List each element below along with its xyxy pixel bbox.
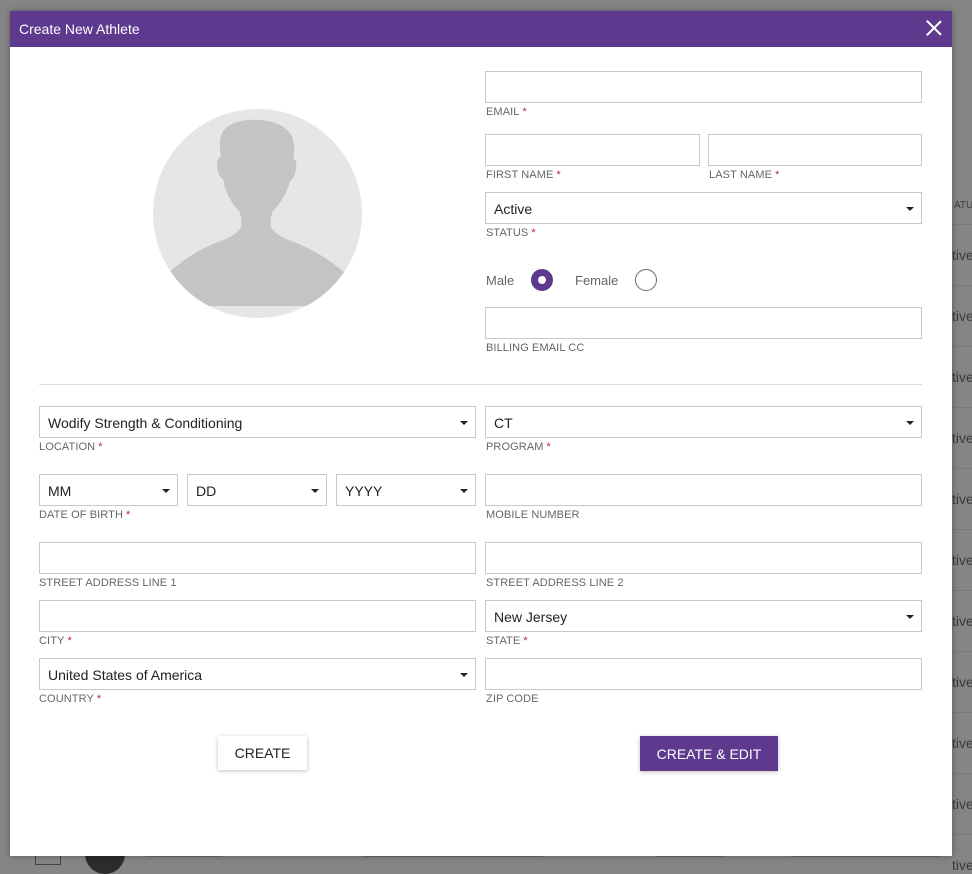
mobile-number-input[interactable] <box>486 475 921 505</box>
bg-row-status: tive <box>952 552 972 568</box>
caret-down-icon <box>906 421 914 425</box>
dob-month-select[interactable]: MM <box>39 474 178 506</box>
street-address-2-input[interactable] <box>486 543 921 573</box>
female-radio[interactable] <box>635 269 657 291</box>
street-address-2-label: STREET ADDRESS LINE 2 <box>486 577 624 589</box>
dob-label: DATE OF BIRTH * <box>39 509 131 521</box>
bg-row-divider <box>952 712 972 713</box>
male-label: Male <box>486 273 515 288</box>
bg-row-status: tive <box>952 491 972 507</box>
caret-down-icon <box>906 615 914 619</box>
bg-row-divider <box>952 285 972 286</box>
state-value: New Jersey <box>494 609 568 625</box>
zip-code-input[interactable] <box>486 659 921 689</box>
caret-down-icon <box>460 673 468 677</box>
bg-row-divider <box>952 590 972 591</box>
last-name-label: LAST NAME * <box>709 169 780 181</box>
avatar[interactable] <box>153 109 362 318</box>
first-name-label: FIRST NAME * <box>486 169 561 181</box>
bg-row-status: tive <box>952 308 972 324</box>
country-select[interactable]: United States of America <box>39 658 476 690</box>
street-address-1-label: STREET ADDRESS LINE 1 <box>39 577 177 589</box>
last-name-input[interactable] <box>709 135 921 165</box>
street-address-1-input[interactable] <box>40 543 475 573</box>
create-athlete-modal: Create New Athlete EMAIL * FIRST NAME * LA… <box>10 11 952 856</box>
city-field[interactable] <box>39 600 476 632</box>
bg-row-divider <box>952 468 972 469</box>
caret-down-icon <box>906 207 914 211</box>
dob-year-select[interactable]: YYYY <box>336 474 476 506</box>
close-icon[interactable] <box>926 20 942 36</box>
bg-row-status: tive <box>952 613 972 629</box>
zip-code-field[interactable] <box>485 658 922 690</box>
program-label: PROGRAM * <box>486 441 551 453</box>
last-name-field[interactable] <box>708 134 922 166</box>
bg-row-divider <box>952 407 972 408</box>
country-label: COUNTRY * <box>39 693 102 705</box>
bg-row-divider <box>952 834 972 835</box>
bg-row-status: tive <box>952 369 972 385</box>
create-button[interactable]: CREATE <box>218 736 307 770</box>
female-label: Female <box>575 273 619 288</box>
billing-email-cc-label: BILLING EMAIL CC <box>486 342 585 354</box>
bg-row-status: tive <box>952 247 972 263</box>
zip-code-label: ZIP CODE <box>486 693 539 705</box>
billing-email-cc-input[interactable] <box>486 308 921 338</box>
billing-email-cc-field[interactable] <box>485 307 922 339</box>
city-label: CITY * <box>39 635 72 647</box>
first-name-field[interactable] <box>485 134 700 166</box>
location-select[interactable]: Wodify Strength & Conditioning <box>39 406 476 438</box>
bg-row-divider <box>952 651 972 652</box>
bg-row-status: tive <box>952 857 972 873</box>
city-input[interactable] <box>40 601 475 631</box>
create-and-edit-button[interactable]: CREATE & EDIT <box>640 736 778 771</box>
bg-row-divider <box>952 224 972 225</box>
email-field[interactable] <box>485 71 922 103</box>
status-value: Active <box>494 201 533 217</box>
bg-row-status: tive <box>952 674 972 690</box>
caret-down-icon <box>460 421 468 425</box>
program-select[interactable]: CT <box>485 406 922 438</box>
dob-day-select[interactable]: DD <box>187 474 327 506</box>
bg-status-column-header: ATUS <box>954 200 972 211</box>
user-silhouette-icon <box>169 119 345 306</box>
caret-down-icon <box>311 489 319 493</box>
mobile-number-field[interactable] <box>485 474 922 506</box>
street-address-1-field[interactable] <box>39 542 476 574</box>
status-label: STATUS * <box>486 227 536 239</box>
dob-year-value: YYYY <box>345 483 383 499</box>
bg-row-status: tive <box>952 430 972 446</box>
dob-month-value: MM <box>48 483 72 499</box>
bg-row-status: tive <box>952 796 972 812</box>
bg-row-divider <box>952 773 972 774</box>
state-select[interactable]: New Jersey <box>485 600 922 632</box>
bg-row-divider <box>952 529 972 530</box>
bg-row-divider <box>952 346 972 347</box>
male-radio[interactable] <box>531 269 553 291</box>
country-value: United States of America <box>48 667 203 683</box>
bg-row-status: tive <box>952 735 972 751</box>
section-divider <box>39 384 922 385</box>
street-address-2-field[interactable] <box>485 542 922 574</box>
state-label: STATE * <box>486 635 528 647</box>
modal-header: Create New Athlete <box>10 11 952 47</box>
location-value: Wodify Strength & Conditioning <box>48 415 243 431</box>
location-label: LOCATION * <box>39 441 103 453</box>
caret-down-icon <box>460 489 468 493</box>
mobile-number-label: MOBILE NUMBER <box>486 509 580 521</box>
first-name-input[interactable] <box>486 135 699 165</box>
program-value: CT <box>494 415 513 431</box>
status-select[interactable]: Active <box>485 192 922 224</box>
email-label: EMAIL * <box>486 106 527 118</box>
caret-down-icon <box>162 489 170 493</box>
dob-day-value: DD <box>196 483 217 499</box>
modal-title: Create New Athlete <box>19 21 140 37</box>
email-input[interactable] <box>486 72 921 102</box>
